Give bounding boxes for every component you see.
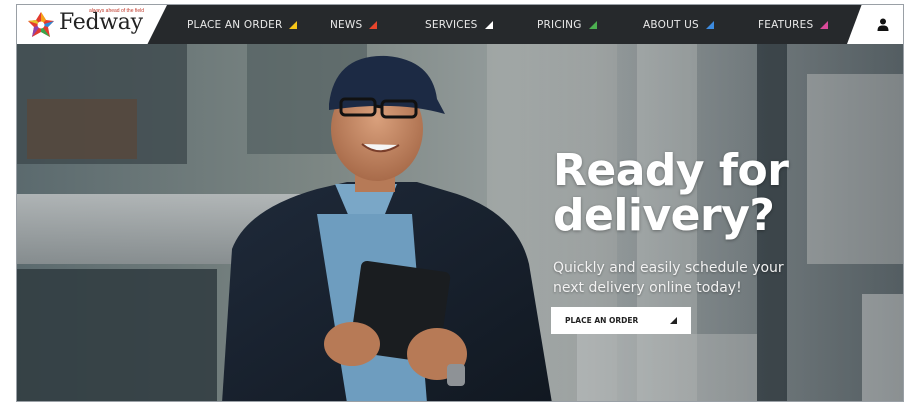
nav-news[interactable]: NEWS <box>330 5 378 44</box>
nav-label: ABOUT US <box>643 18 699 31</box>
triangle-icon <box>670 317 677 324</box>
nav-label: PLACE AN ORDER <box>187 18 283 31</box>
hero-banner: Ready for delivery? Quickly and easily s… <box>17 44 903 401</box>
nav-label: SERVICES <box>425 18 478 31</box>
triangle-icon <box>588 20 597 29</box>
subline-line-2: next delivery online today! <box>553 280 742 296</box>
user-icon <box>877 18 889 31</box>
logo-text: Fedway <box>59 10 143 35</box>
hero-headline: Ready for delivery? <box>553 148 893 238</box>
top-navbar: always ahead of the field Fedway PLACE A… <box>17 5 903 44</box>
nav-pricing[interactable]: PRICING <box>537 5 597 44</box>
subline-line-1: Quickly and easily schedule your <box>553 260 784 276</box>
nav-label: NEWS <box>330 18 363 31</box>
triangle-icon <box>705 20 714 29</box>
triangle-icon <box>820 20 829 29</box>
headline-line-2: delivery? <box>553 190 775 241</box>
browser-frame: always ahead of the field Fedway PLACE A… <box>16 4 904 402</box>
place-an-order-button[interactable]: PLACE AN ORDER <box>551 307 691 334</box>
nav-features[interactable]: FEATURES <box>758 5 829 44</box>
triangle-icon <box>289 20 298 29</box>
triangle-icon <box>369 20 378 29</box>
user-account-button[interactable] <box>847 5 903 44</box>
nav-label: FEATURES <box>758 18 814 31</box>
hero-subheadline: Quickly and easily schedule your next de… <box>553 258 893 298</box>
triangle-icon <box>484 20 493 29</box>
fedway-star-logo-icon <box>28 12 54 37</box>
nav-place-an-order[interactable]: PLACE AN ORDER <box>187 5 298 44</box>
nav-services[interactable]: SERVICES <box>425 5 493 44</box>
headline-line-1: Ready for <box>553 145 789 196</box>
logo-link[interactable]: always ahead of the field Fedway <box>17 5 167 44</box>
nav-about-us[interactable]: ABOUT US <box>643 5 714 44</box>
nav-label: PRICING <box>537 18 582 31</box>
cta-label: PLACE AN ORDER <box>565 316 639 325</box>
